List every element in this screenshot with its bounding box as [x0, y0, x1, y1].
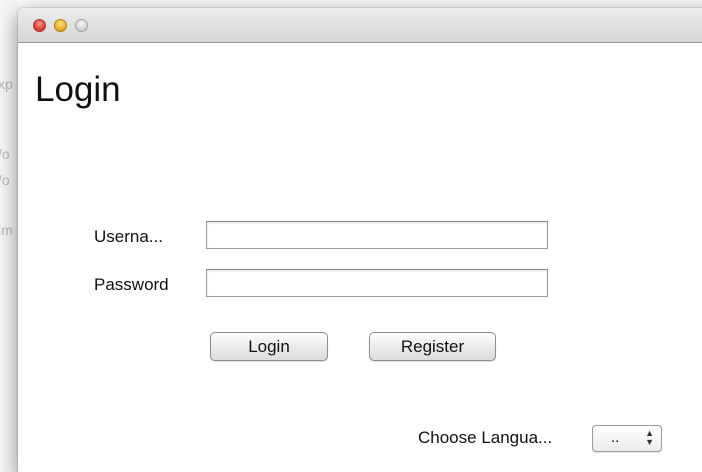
- password-input[interactable]: [206, 269, 548, 297]
- password-label: Password: [94, 275, 169, 294]
- title-bar[interactable]: [18, 8, 702, 43]
- background-text: /o: [0, 146, 10, 162]
- register-button[interactable]: Register: [369, 332, 496, 361]
- username-input[interactable]: [206, 221, 548, 249]
- login-form: Login Userna... Password Login Register …: [18, 43, 702, 472]
- page-title: Login: [35, 70, 121, 109]
- background-text: im: [0, 222, 13, 238]
- language-selected-value: ..: [611, 429, 620, 446]
- login-button[interactable]: Login: [210, 332, 328, 361]
- language-select[interactable]: .. ▲ ▼: [592, 425, 662, 452]
- language-label: Choose Langua...: [418, 428, 553, 447]
- username-label: Userna...: [94, 227, 163, 246]
- login-window: Login Userna... Password Login Register …: [18, 8, 702, 472]
- up-down-arrows-icon: ▲ ▼: [645, 428, 654, 447]
- minimize-window-icon[interactable]: [54, 19, 67, 32]
- close-window-icon[interactable]: [33, 19, 46, 32]
- background-window: xp /o /o im: [0, 0, 18, 472]
- zoom-window-icon[interactable]: [75, 19, 88, 32]
- background-text: /o: [0, 172, 10, 188]
- background-text: xp: [0, 76, 13, 92]
- screen: xp /o /o im Login Userna... Password Log…: [0, 0, 702, 472]
